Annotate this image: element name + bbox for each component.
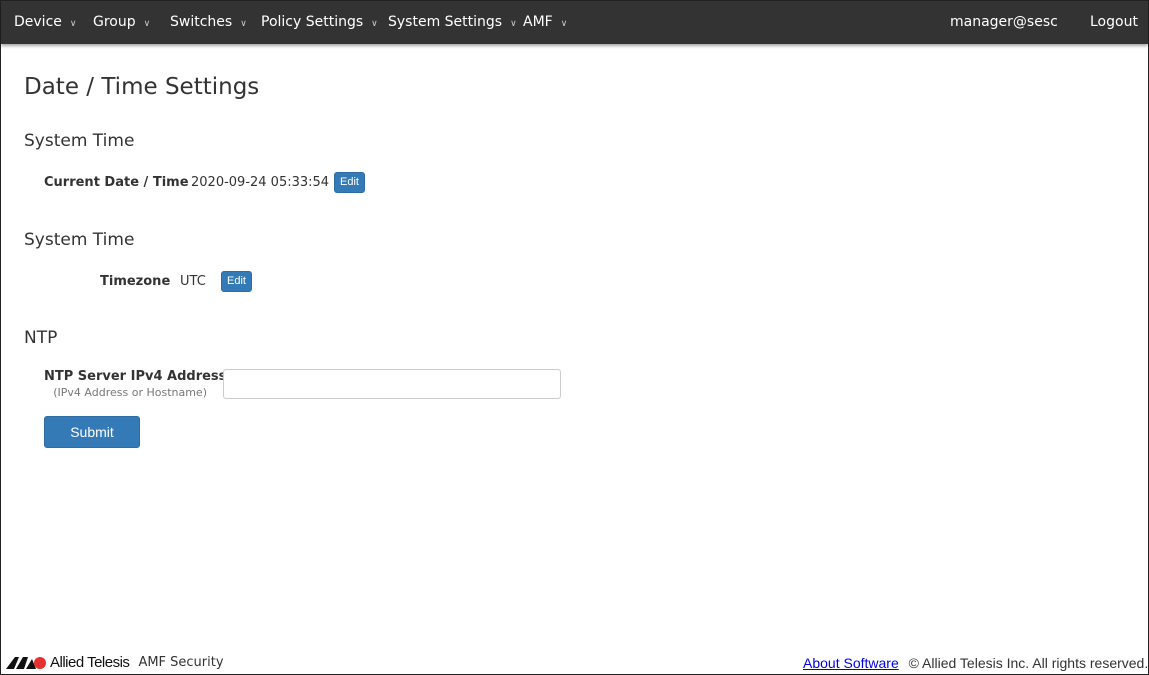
about-software-link[interactable]: About Software [803, 655, 899, 671]
allied-telesis-logo: Allied Telesis AMF Security [6, 654, 224, 671]
ntp-server-label: NTP Server IPv4 Address [44, 369, 227, 384]
ntp-server-hint: (IPv4 Address or Hostname) [53, 386, 207, 399]
nav-group[interactable]: Group ∨ [93, 14, 150, 30]
allied-telesis-logo-icon [6, 656, 46, 669]
user-menu[interactable]: manager@sesc [950, 14, 1058, 30]
edit-timezone-button[interactable]: Edit [221, 271, 252, 292]
ntp-server-input[interactable] [223, 369, 561, 399]
nav-system-settings[interactable]: System Settings ∨ [388, 14, 517, 30]
chevron-down-icon: ∨ [560, 19, 568, 29]
nav-amf[interactable]: AMF ∨ [523, 14, 567, 30]
page-title: Date / Time Settings [24, 74, 260, 100]
section-timezone: System Time [24, 230, 135, 250]
nav-label: Switches [170, 14, 233, 30]
logout-link[interactable]: Logout [1090, 14, 1138, 30]
nav-label: AMF [523, 14, 553, 30]
nav-label: Device [14, 14, 62, 30]
timezone-label: Timezone [100, 274, 171, 289]
copyright: © Allied Telesis Inc. All rights reserve… [908, 655, 1149, 671]
chevron-down-icon: ∨ [371, 19, 378, 29]
section-ntp: NTP [24, 328, 58, 348]
product-name: AMF Security [138, 655, 224, 670]
nav-label: System Settings [388, 14, 503, 30]
top-navbar: Device ∨ Group ∨ Switches ∨ Policy Settings… [1, 1, 1148, 44]
chevron-down-icon: ∨ [143, 19, 151, 29]
app-window [0, 0, 1149, 675]
timezone-value: UTC [180, 274, 206, 289]
section-system-time: System Time [24, 131, 135, 151]
edit-datetime-button[interactable]: Edit [334, 172, 365, 193]
current-datetime-label: Current Date / Time [44, 175, 189, 190]
nav-label: Policy Settings [261, 14, 364, 30]
chevron-down-icon: ∨ [69, 19, 77, 29]
nav-policy-settings[interactable]: Policy Settings ∨ [261, 14, 378, 30]
chevron-down-icon: ∨ [510, 19, 517, 29]
submit-button[interactable]: Submit [44, 416, 140, 448]
brand-name: Allied Telesis [50, 654, 130, 671]
current-datetime-value: 2020-09-24 05:33:54 [191, 175, 330, 190]
chevron-down-icon: ∨ [240, 19, 247, 29]
nav-switches[interactable]: Switches ∨ [170, 14, 247, 30]
nav-device[interactable]: Device ∨ [14, 14, 76, 30]
nav-label: Group [93, 14, 136, 30]
